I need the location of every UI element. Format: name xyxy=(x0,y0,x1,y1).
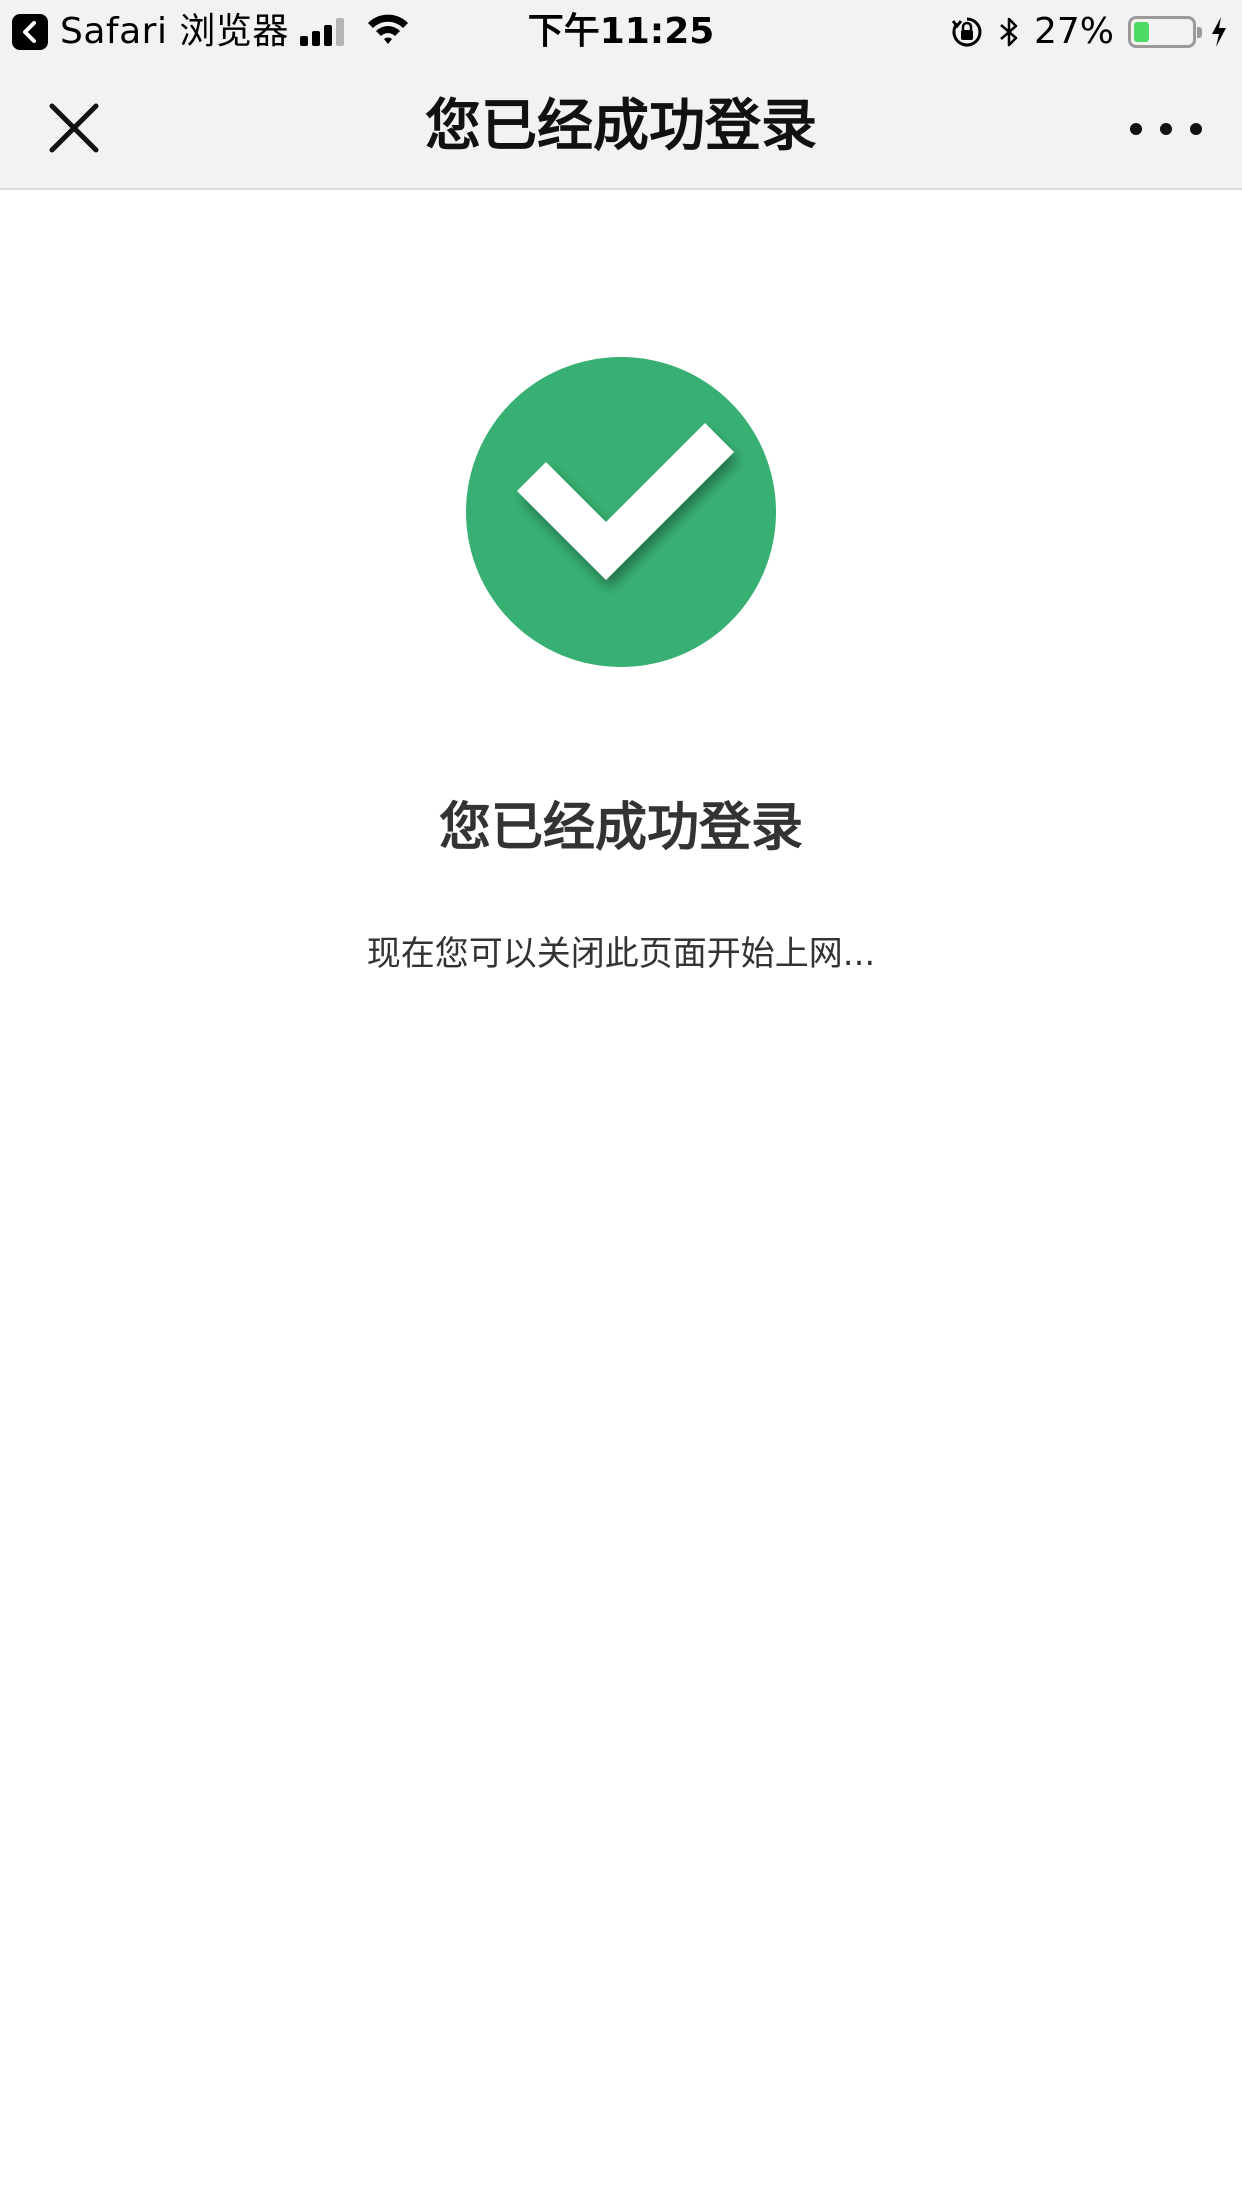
more-icon[interactable] xyxy=(1130,114,1202,144)
success-title: 您已经成功登录 xyxy=(438,798,803,858)
bluetooth-icon xyxy=(1000,17,1018,47)
battery-icon xyxy=(1128,16,1202,48)
nav-bar: 您已经成功登录 xyxy=(0,62,1242,190)
more-dot xyxy=(1130,123,1142,135)
battery-cap xyxy=(1197,27,1202,38)
page-title: 您已经成功登录 xyxy=(425,94,817,159)
more-dot xyxy=(1190,123,1202,135)
check-circle-icon xyxy=(466,357,776,667)
success-subtitle: 现在您可以关闭此页面开始上网... xyxy=(366,934,876,974)
battery-percent: 27% xyxy=(1033,11,1114,52)
battery-level-fill xyxy=(1134,22,1149,42)
charging-bolt-icon xyxy=(1212,17,1226,47)
orientation-lock-icon xyxy=(951,17,982,47)
more-dot xyxy=(1160,123,1172,135)
status-bar: Safari 浏览器 下午11:25 27% xyxy=(0,0,1242,62)
status-right-group: 27% xyxy=(936,12,1228,52)
